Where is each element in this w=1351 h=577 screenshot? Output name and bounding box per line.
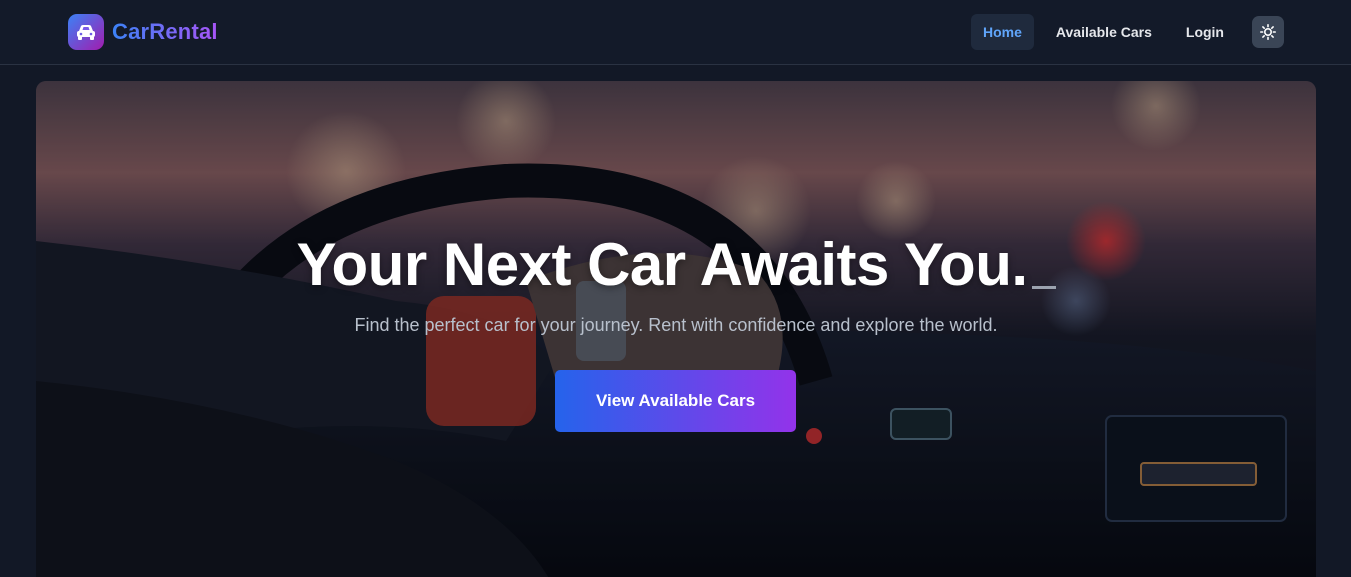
hero-banner: Your Next Car Awaits You. Find the perfe…: [36, 81, 1316, 577]
brand[interactable]: CarRental: [68, 14, 218, 50]
navbar: CarRental Home Available Cars Login: [0, 0, 1351, 65]
hero-title-text: Your Next Car Awaits You.: [296, 231, 1028, 298]
view-available-cars-button[interactable]: View Available Cars: [555, 370, 796, 432]
nav-link-available-cars[interactable]: Available Cars: [1044, 14, 1164, 50]
nav-link-login[interactable]: Login: [1174, 14, 1236, 50]
nav-links: Home Available Cars Login: [961, 14, 1284, 50]
hero-subtitle: Find the perfect car for your journey. R…: [354, 315, 998, 335]
theme-toggle-button[interactable]: [1252, 16, 1284, 48]
nav-link-home[interactable]: Home: [971, 14, 1034, 50]
hero-content: Your Next Car Awaits You. Find the perfe…: [36, 81, 1316, 577]
typing-cursor: [1031, 286, 1056, 289]
hero-title: Your Next Car Awaits You.: [36, 229, 1316, 301]
brand-name: CarRental: [112, 19, 218, 44]
car-icon: [68, 14, 104, 50]
sun-icon: [1260, 24, 1276, 40]
